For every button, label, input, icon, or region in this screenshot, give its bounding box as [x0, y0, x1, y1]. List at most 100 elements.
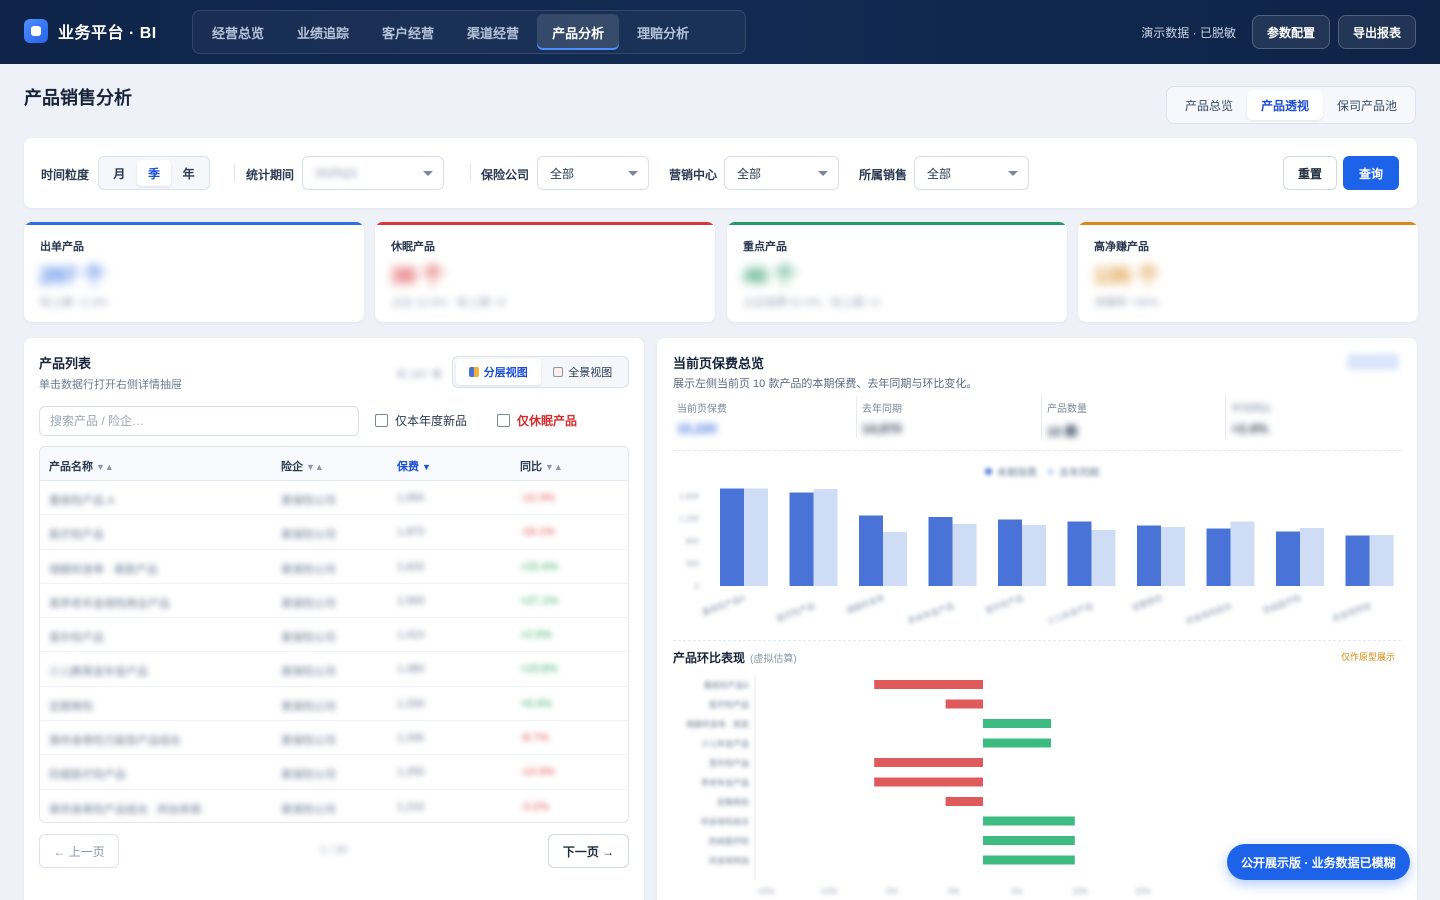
sales-label: 所属销售 [859, 168, 908, 182]
config-button[interactable]: 参数配置 [1251, 15, 1330, 49]
kpi-value: 38 个 [391, 263, 444, 288]
column-header-insurer[interactable]: 险企 ▼▲ [281, 458, 324, 474]
chevron-down-icon [1008, 171, 1018, 176]
cell-product-name: 某终身寿险万能型产品组合 [49, 735, 181, 748]
kpi-card-issued[interactable]: 出单产品 297 个 较上期 +2.3% [24, 222, 364, 322]
change-bar [945, 797, 983, 806]
table-row[interactable]: 某终身寿险万能型产品组合 某保险公司 1,290 -8.7% [40, 721, 628, 756]
category-label: 防癌医疗险 [709, 836, 749, 846]
table-row[interactable]: 医疗险产品 某保险公司 1,870 -16.1% [40, 515, 628, 550]
cell-insurer: 某保险公司 [281, 666, 336, 679]
table-row[interactable]: 防癌医疗险产品 某保险公司 1,250 -14.9% [40, 755, 628, 790]
export-button[interactable]: 导出报表 [1337, 15, 1416, 49]
top-bar: 业务平台 · BI 经营总览 业绩追踪 客户经营 渠道经营 产品分析 理赔分析 … [0, 0, 1440, 64]
cell-yoy: +2.5% [520, 629, 552, 642]
kpi-value: 46 个 [743, 263, 796, 288]
section-note: (虚拟估算) [750, 654, 797, 665]
chart-bar [883, 532, 907, 586]
center-select[interactable]: 全部 [724, 156, 839, 190]
table-row[interactable]: 某终身寿险产品组合 · 附加条款 某保险公司 1,210 -3.2% [40, 790, 628, 822]
nav-item-performance[interactable]: 业绩追踪 [282, 14, 364, 50]
prev-page-button[interactable]: ← 上一页 [39, 834, 119, 868]
column-header-premium[interactable]: 保费 ▼ [397, 458, 431, 474]
panel-action-tag[interactable] [1347, 354, 1399, 370]
chart-bar [1206, 528, 1231, 586]
change-bar [945, 699, 983, 709]
table-row[interactable]: 定期寿险 某保险公司 1,330 +6.4% [40, 687, 628, 722]
brand[interactable]: 业务平台 · BI [24, 19, 157, 43]
nav-item-overview[interactable]: 经营总览 [197, 14, 279, 50]
granularity-quarter[interactable]: 季 [136, 160, 172, 186]
tab-product-pivot[interactable]: 产品透视 [1246, 90, 1323, 120]
y-tick-label: 1,600 [679, 492, 700, 501]
search-field[interactable] [39, 406, 359, 436]
x-tick-label: 养老年金产品 [907, 600, 956, 626]
cell-premium: 1,950 [397, 492, 425, 504]
dormant-only-checkbox[interactable]: 仅休眠产品 [497, 412, 577, 429]
granularity-month[interactable]: 月 [102, 160, 137, 186]
query-button[interactable]: 查询 [1343, 156, 1399, 190]
page-indicator: 1 / 30 [320, 844, 348, 856]
granularity-year[interactable]: 年 [171, 160, 206, 186]
x-tick-label: -10% [819, 887, 838, 896]
x-tick-label: 终身寿险组合 [1185, 600, 1234, 626]
chart-bar [1230, 521, 1255, 586]
chart-bar [952, 524, 977, 586]
x-tick-label: 少儿年金产品 [1046, 600, 1095, 626]
sales-select[interactable]: 全部 [914, 156, 1029, 190]
sort-desc-icon: ▼ [422, 462, 431, 472]
kpi-card-key[interactable]: 重点产品 46 个 占总保费 62.4% · 较上期 +3 [727, 222, 1067, 322]
table-row[interactable]: 增额终身寿 · 某款产品 某保险公司 1,620 +22.4% [40, 550, 628, 584]
category-label: 意外险产品 [709, 758, 749, 768]
nav-item-channel[interactable]: 渠道经营 [452, 14, 534, 50]
column-label: 险企 [281, 461, 303, 473]
table-row[interactable]: 少儿教育金年金产品 某保险公司 1,380 +19.8% [40, 652, 628, 687]
reset-button[interactable]: 重置 [1283, 156, 1337, 190]
table-row[interactable]: 某养老年金保险两全产品 某保险公司 1,560 +27.1% [40, 584, 628, 619]
kpi-accent-bar [1078, 222, 1418, 225]
y-tick-label: 0 [695, 582, 700, 591]
period-select[interactable]: 2025Q1 [302, 156, 444, 190]
tab-product-overview[interactable]: 产品总览 [1171, 90, 1247, 120]
cell-premium: 1,560 [397, 594, 425, 607]
column-header-yoy[interactable]: 同比 ▼▲ [520, 458, 563, 474]
table-row[interactable]: 重疾险产品 A 某保险公司 1,950 -12.3% [40, 481, 628, 516]
cell-yoy: -16.1% [520, 526, 555, 539]
search-input[interactable] [40, 407, 358, 435]
nav-item-product[interactable]: 产品分析 [537, 14, 620, 50]
cell-product-name: 意外险产品 [49, 632, 104, 645]
x-tick-label: 0% [948, 887, 960, 896]
next-page-button[interactable]: 下一页 → [548, 834, 629, 868]
insurer-select[interactable]: 全部 [537, 156, 649, 190]
cell-product-name: 重疾险产品 A [49, 495, 115, 507]
bar-chart-icon [468, 367, 479, 377]
nav-item-claims[interactable]: 理赔分析 [622, 14, 704, 50]
chart-bar [813, 489, 838, 586]
table-row[interactable]: 意外险产品 某保险公司 1,410 +2.5% [40, 618, 628, 653]
panel-title: 产品列表 [39, 356, 92, 371]
checkbox-box[interactable] [375, 414, 388, 427]
kpi-title: 休眠产品 [391, 241, 435, 253]
demo-watermark-badge[interactable]: 公开展示版 · 业务数据已模糊 [1227, 844, 1410, 880]
view-layered-button[interactable]: 分层视图 [456, 359, 541, 385]
document-icon [553, 367, 564, 377]
panel-title: 当前页保费总览 [673, 356, 765, 371]
x-tick-label: 5% [1011, 887, 1023, 896]
chart-bar [928, 517, 953, 586]
cell-yoy: +19.8% [520, 663, 558, 676]
column-label: 同比 [520, 461, 542, 473]
checkbox-box[interactable] [497, 414, 510, 427]
new-only-checkbox[interactable]: 仅本年度新品 [375, 412, 467, 429]
tab-insurer-pool[interactable]: 保司产品池 [1323, 90, 1411, 120]
nav-item-customer[interactable]: 客户经营 [367, 14, 449, 50]
stat-value: 10 款 [1047, 424, 1079, 439]
kpi-card-high-margin[interactable]: 高净赚产品 135 个 净赚率 >30% [1078, 222, 1418, 322]
view-full-button[interactable]: 全景视图 [541, 359, 626, 385]
chart-bar [1067, 521, 1092, 586]
page-title: 产品销售分析 [24, 88, 132, 108]
column-header-name[interactable]: 产品名称 ▼▲ [49, 458, 114, 474]
cell-yoy: +27.1% [520, 594, 558, 607]
kpi-card-dormant[interactable]: 休眠产品 38 个 占比 12.8% · 较上期 +5 [375, 222, 715, 322]
category-label: 重疾险产品A [704, 680, 750, 690]
demo-status: 演示数据 · 已脱敏 [1141, 25, 1236, 40]
